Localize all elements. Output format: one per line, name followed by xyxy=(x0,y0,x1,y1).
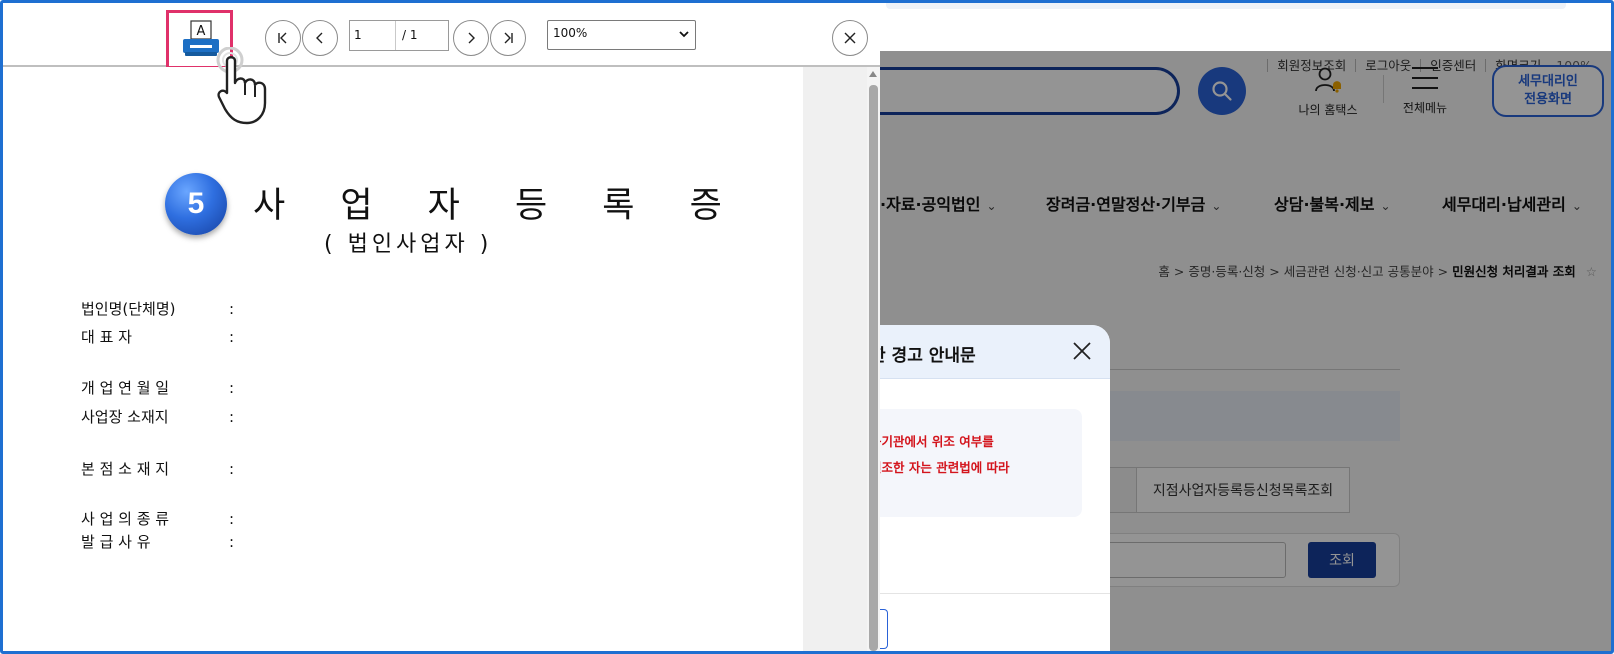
screenshot-border xyxy=(0,0,1614,654)
